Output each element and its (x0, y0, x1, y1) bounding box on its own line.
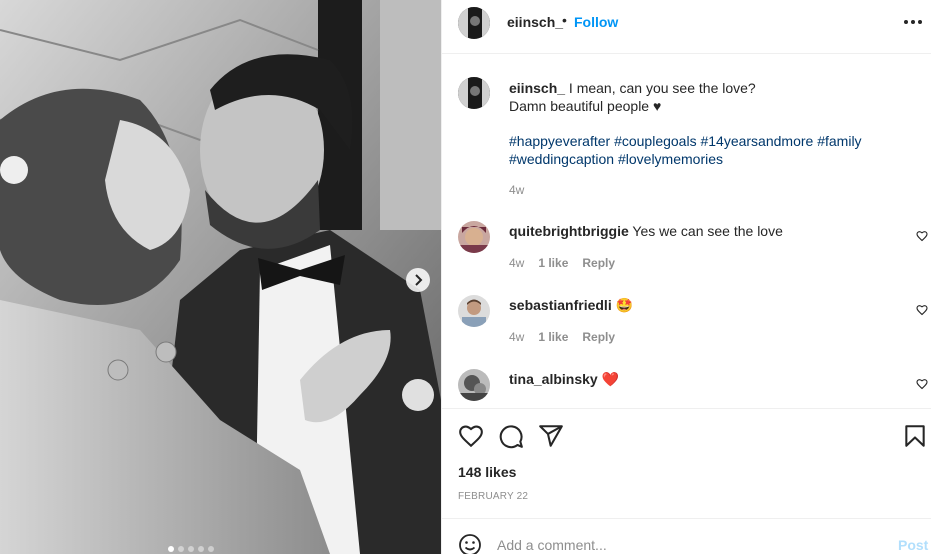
hashtags[interactable]: #happyeverafter #couplegoals #14yearsand… (509, 132, 909, 168)
carousel-dots (168, 546, 214, 552)
comment-heart-icon[interactable] (916, 377, 928, 390)
more-options-icon[interactable] (904, 20, 922, 26)
comment-icon[interactable] (498, 423, 524, 449)
comments-list[interactable]: eiinsch_ I mean, can you see the love? D… (442, 55, 931, 407)
carousel-dot (208, 546, 214, 552)
separator-dot: • (562, 12, 567, 28)
post-header: eiinsch_ • Follow (442, 0, 931, 54)
comment-body: Yes we can see the love (632, 223, 783, 239)
carousel-dot (168, 546, 174, 552)
comment-body: ❤️ (601, 371, 620, 387)
comment-likes[interactable]: 1 like (538, 330, 568, 344)
caption-timestamp[interactable]: 4w (509, 183, 524, 197)
reply-button[interactable]: Reply (582, 330, 615, 344)
post-comment-button[interactable]: Post (898, 537, 928, 553)
comment-time[interactable]: 4w (509, 256, 524, 270)
avatar[interactable] (458, 295, 490, 327)
bookmark-icon[interactable] (902, 423, 928, 449)
carousel-dot (188, 546, 194, 552)
avatar[interactable] (458, 7, 490, 39)
likes-count[interactable]: 148 likes (458, 464, 516, 480)
post-date: FEBRUARY 22 (458, 491, 529, 502)
comment-item: sebastianfriedli 🤩 4w 1 like Reply (442, 295, 931, 365)
reply-button[interactable]: Reply (582, 256, 615, 270)
post-photo (0, 0, 441, 554)
add-comment-bar: Post (442, 518, 931, 554)
comment-text: tina_albinsky ❤️ (509, 371, 619, 388)
comment-item: tina_albinsky ❤️ (442, 369, 931, 407)
comment-item: quitebrightbriggie Yes we can see the lo… (442, 221, 931, 291)
carousel-dot (198, 546, 204, 552)
next-photo-button[interactable] (406, 268, 430, 292)
avatar[interactable] (458, 77, 490, 109)
comment-body: 🤩 (615, 297, 634, 313)
hashtags-line-2[interactable]: #weddingcaption #lovelymemories (509, 151, 723, 167)
comment-heart-icon[interactable] (916, 229, 928, 242)
hashtags-line-1[interactable]: #happyeverafter #couplegoals #14yearsand… (509, 133, 862, 149)
post-actions: 148 likes FEBRUARY 22 (442, 408, 931, 518)
heart-icon[interactable] (458, 423, 484, 449)
comment-time[interactable]: 4w (509, 330, 524, 344)
emoji-icon[interactable] (458, 533, 482, 554)
avatar[interactable] (458, 221, 490, 253)
chevron-right-icon (413, 274, 423, 286)
avatar[interactable] (458, 369, 490, 401)
share-icon[interactable] (538, 423, 564, 449)
comment-heart-icon[interactable] (916, 303, 928, 316)
comment-username[interactable]: tina_albinsky (509, 371, 598, 387)
comment-text: quitebrightbriggie Yes we can see the lo… (509, 223, 783, 239)
comment-input[interactable] (497, 535, 877, 554)
caption-line-2: Damn beautiful people ♥ (509, 98, 662, 114)
carousel-dot (178, 546, 184, 552)
post-panel: eiinsch_ • Follow eiinsch_ I mean, can y… (441, 0, 931, 554)
caption-username[interactable]: eiinsch_ (509, 80, 565, 96)
comment-meta: 4w 1 like Reply (509, 256, 615, 270)
follow-button[interactable]: Follow (574, 14, 618, 30)
comment-text: sebastianfriedli 🤩 (509, 297, 633, 314)
comment-username[interactable]: quitebrightbriggie (509, 223, 629, 239)
comment-username[interactable]: sebastianfriedli (509, 297, 612, 313)
comment-likes[interactable]: 1 like (538, 256, 568, 270)
post-caption: eiinsch_ I mean, can you see the love? D… (509, 79, 909, 115)
caption-text: I mean, can you see the love? (568, 80, 756, 96)
comment-meta: 4w 1 like Reply (509, 330, 615, 344)
author-username[interactable]: eiinsch_ (507, 14, 563, 30)
couple-photo-image (0, 0, 441, 554)
